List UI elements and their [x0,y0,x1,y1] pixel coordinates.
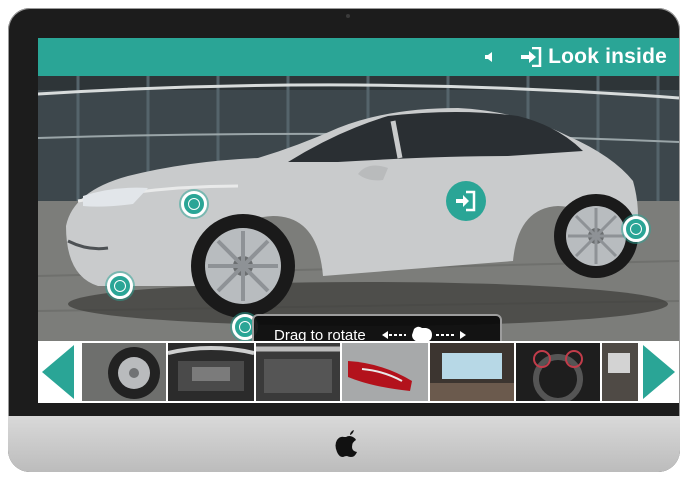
look-inside-label: Look inside [548,45,667,68]
drag-hand-icon [381,326,466,341]
hotspot-hood[interactable] [181,191,207,217]
next-arrow-button[interactable] [639,341,679,403]
apple-logo-icon [335,430,357,457]
enter-interior-hotspot[interactable] [446,181,486,221]
chevron-right-icon [643,345,675,399]
wheel-thumbnail-image [82,343,166,401]
dashboard-thumbnail-image [516,343,600,401]
sunroof-thumbnail-image [430,343,514,401]
top-bar: Look inside [38,38,679,76]
thumb-sunroof[interactable] [430,343,514,401]
sign-in-icon [456,190,476,212]
imac-frame: Look inside Drag to rotate [8,8,680,472]
thumb-tail-light[interactable] [342,343,428,401]
thumb-wheel-tire[interactable] [82,343,166,401]
thumb-trunk[interactable] [256,343,340,401]
thumbnail-strip [38,341,679,403]
sound-button[interactable] [478,38,504,76]
hotspot-rear[interactable] [623,216,649,242]
previous-arrow-button[interactable] [38,341,78,403]
drag-label: Drag to rotate [274,326,366,342]
door-thumbnail-image [602,343,638,401]
look-inside-button[interactable]: Look inside [520,45,667,69]
thumb-door-interior[interactable] [602,343,638,401]
sign-in-icon [521,47,542,67]
speaker-icon [485,52,493,62]
trunk-thumbnail-image [256,343,340,401]
screen: Look inside Drag to rotate [38,38,679,403]
hotspot-front-bumper[interactable] [107,273,133,299]
imac-chin [8,416,680,472]
car-360-viewer[interactable]: Drag to rotate [38,76,679,341]
chevron-left-icon [42,345,74,399]
thumb-engine-bay[interactable] [168,343,254,401]
drag-to-rotate-hint: Drag to rotate [252,314,502,341]
webcam-dot [346,14,350,18]
thumb-dashboard[interactable] [516,343,600,401]
tail-light-thumbnail-image [342,343,428,401]
car-photo [38,76,679,341]
engine-thumbnail-image [168,343,254,401]
